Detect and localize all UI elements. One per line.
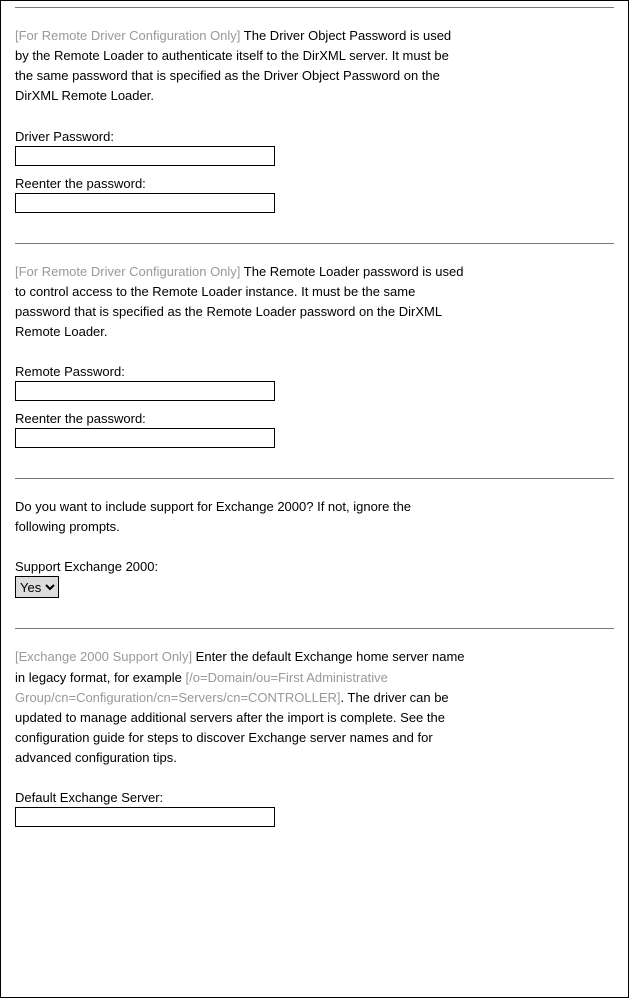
remote-password-field-group: Remote Password: — [15, 364, 614, 401]
remote-password-reenter-input[interactable] — [15, 428, 275, 448]
driver-password-reenter-label: Reenter the password: — [15, 176, 614, 191]
remote-config-note: [For Remote Driver Configuration Only] — [15, 264, 240, 279]
section-driver-password: [For Remote Driver Configuration Only] T… — [15, 8, 614, 243]
exchange-support-description: Do you want to include support for Excha… — [15, 497, 465, 537]
exchange-server-description: [Exchange 2000 Support Only] Enter the d… — [15, 647, 465, 768]
remote-password-reenter-group: Reenter the password: — [15, 411, 614, 448]
exchange-server-input[interactable] — [15, 807, 275, 827]
remote-password-input[interactable] — [15, 381, 275, 401]
driver-password-input[interactable] — [15, 146, 275, 166]
driver-password-field-group: Driver Password: — [15, 129, 614, 166]
exchange-support-note: [Exchange 2000 Support Only] — [15, 649, 192, 664]
driver-password-description: [For Remote Driver Configuration Only] T… — [15, 26, 465, 107]
driver-password-reenter-input[interactable] — [15, 193, 275, 213]
remote-config-note: [For Remote Driver Configuration Only] — [15, 28, 240, 43]
exchange-support-field-group: Support Exchange 2000: Yes No — [15, 559, 614, 598]
remote-password-reenter-label: Reenter the password: — [15, 411, 614, 426]
driver-password-label: Driver Password: — [15, 129, 614, 144]
section-exchange-support: Do you want to include support for Excha… — [15, 479, 614, 628]
exchange-support-label: Support Exchange 2000: — [15, 559, 614, 574]
page-container: [For Remote Driver Configuration Only] T… — [0, 0, 629, 998]
section-exchange-server: [Exchange 2000 Support Only] Enter the d… — [15, 629, 614, 827]
section-remote-password: [For Remote Driver Configuration Only] T… — [15, 244, 614, 479]
exchange-support-select[interactable]: Yes No — [15, 576, 59, 598]
remote-password-label: Remote Password: — [15, 364, 614, 379]
exchange-server-label: Default Exchange Server: — [15, 790, 614, 805]
exchange-server-field-group: Default Exchange Server: — [15, 790, 614, 827]
remote-password-description: [For Remote Driver Configuration Only] T… — [15, 262, 465, 343]
driver-password-reenter-group: Reenter the password: — [15, 176, 614, 213]
